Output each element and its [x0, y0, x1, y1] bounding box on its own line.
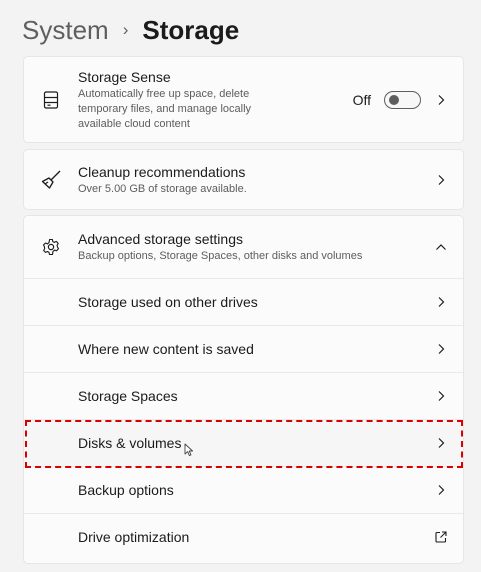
chevron-right-icon	[435, 94, 447, 106]
storage-sense-toggle-group: Off	[352, 90, 421, 109]
breadcrumb-separator: ›	[122, 20, 129, 39]
toggle-state-label: Off	[352, 91, 371, 108]
advanced-storage-description: Backup options, Storage Spaces, other di…	[78, 250, 363, 262]
breadcrumb-storage: Storage	[142, 14, 240, 45]
mouse-cursor-icon	[184, 443, 196, 462]
list-item-label: Drive optimization	[78, 529, 190, 545]
chevron-right-icon	[435, 390, 447, 402]
chevron-right-icon	[435, 174, 447, 186]
storage-sense-title: Storage Sense	[78, 68, 171, 85]
chevron-up-icon[interactable]	[435, 241, 447, 253]
chevron-right-icon	[435, 343, 447, 355]
gear-icon	[24, 238, 78, 256]
chevron-right-icon	[435, 437, 447, 449]
chevron-right-icon	[435, 484, 447, 496]
cleanup-row[interactable]: Cleanup recommendations Over 5.00 GB of …	[24, 150, 463, 209]
list-item-label: Where new content is saved	[78, 341, 254, 357]
storage-sense-card[interactable]: Storage Sense Automatically free up spac…	[23, 56, 464, 143]
advanced-storage-header[interactable]: Advanced storage settings Backup options…	[24, 216, 463, 278]
advanced-storage-card: Advanced storage settings Backup options…	[23, 215, 464, 564]
chevron-right-icon	[435, 296, 447, 308]
storage-spaces-item[interactable]: Storage Spaces	[24, 372, 463, 419]
external-link-icon	[435, 531, 447, 543]
cleanup-card[interactable]: Cleanup recommendations Over 5.00 GB of …	[23, 149, 464, 210]
list-item-label: Disks & volumes	[78, 435, 182, 451]
drive-icon	[24, 90, 78, 109]
new-content-saved-item[interactable]: Where new content is saved	[24, 325, 463, 372]
broom-icon	[24, 169, 78, 191]
storage-sense-description: Automatically free up space, delete temp…	[78, 87, 252, 130]
breadcrumb-system[interactable]: System	[22, 15, 109, 46]
backup-options-item[interactable]: Backup options	[24, 466, 463, 513]
list-item-label: Backup options	[78, 482, 174, 498]
storage-used-other-drives-item[interactable]: Storage used on other drives	[24, 278, 463, 325]
list-item-label: Storage Spaces	[78, 388, 178, 404]
storage-sense-toggle[interactable]	[384, 90, 421, 109]
cleanup-description: Over 5.00 GB of storage available.	[78, 182, 247, 195]
list-item-label: Storage used on other drives	[78, 294, 258, 310]
cleanup-title: Cleanup recommendations	[78, 163, 246, 180]
drive-optimization-item[interactable]: Drive optimization	[24, 513, 463, 560]
storage-sense-row[interactable]: Storage Sense Automatically free up spac…	[24, 57, 463, 142]
disks-volumes-item[interactable]: Disks & volumes	[24, 419, 463, 466]
advanced-storage-title: Advanced storage settings	[78, 231, 243, 247]
page-title: System › Storage	[22, 12, 239, 48]
